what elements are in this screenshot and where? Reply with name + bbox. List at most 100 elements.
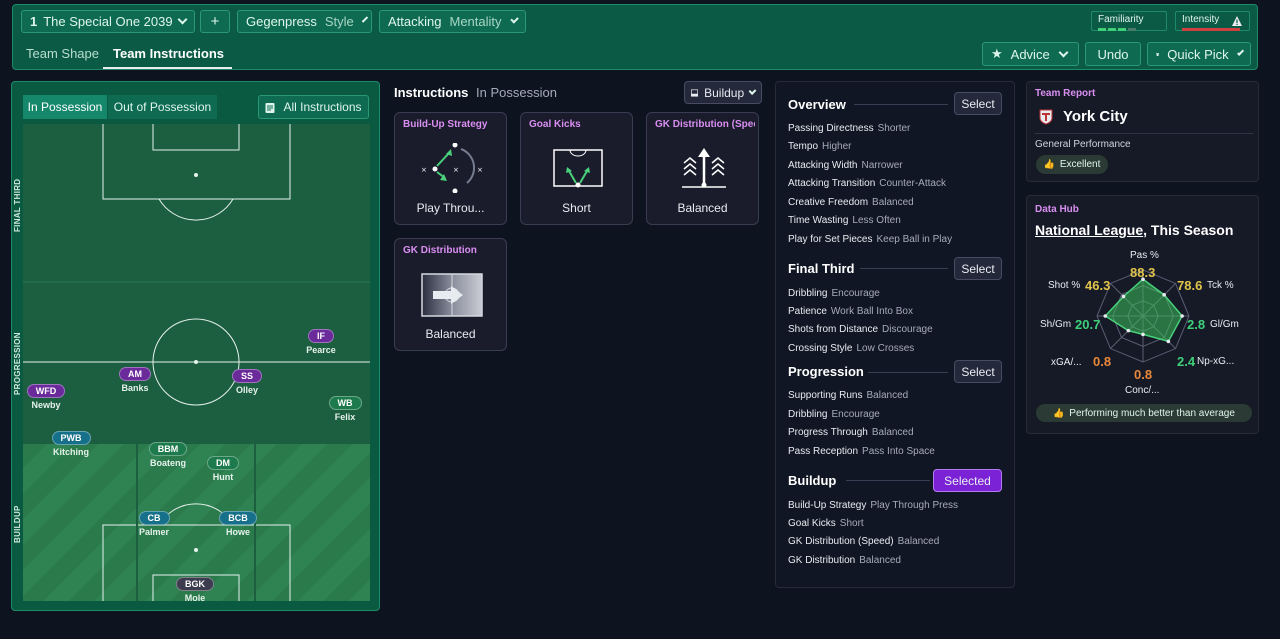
data-hub-title: National League, This Season bbox=[1035, 222, 1233, 238]
familiarity-bar bbox=[1098, 28, 1106, 31]
instruction-value: Play Through Press bbox=[870, 500, 959, 511]
tab-team-instructions[interactable]: Team Instructions bbox=[113, 46, 224, 61]
player-name: Hunt bbox=[212, 472, 234, 482]
thumbs-up-icon: 👍 bbox=[1043, 159, 1055, 169]
instructions-heading: Instructions In Possession bbox=[394, 85, 557, 100]
instruction-label: GK Distribution (Speed) bbox=[788, 536, 894, 547]
instruction-value: Counter-Attack bbox=[879, 178, 946, 189]
player-role-badge: WB bbox=[328, 396, 362, 410]
instruction-label: Play for Set Pieces bbox=[788, 234, 873, 245]
familiarity-bar bbox=[1108, 28, 1116, 31]
instruction-card[interactable]: Build-Up Strategy × × × Play Throu... bbox=[394, 112, 507, 225]
instruction-row: Crossing Style Low Crosses bbox=[788, 343, 914, 354]
familiarity-bar bbox=[1128, 28, 1136, 31]
final-third-select-button[interactable]: Select bbox=[954, 257, 1002, 280]
familiarity-label: Familiarity bbox=[1098, 14, 1144, 25]
buildup-selected-button[interactable]: Selected bbox=[933, 469, 1002, 492]
style-selector[interactable]: Gegenpress Style bbox=[237, 10, 372, 33]
radar-point bbox=[1166, 339, 1171, 344]
add-tactic-button[interactable]: + bbox=[200, 10, 230, 33]
player-role-badge: WFD bbox=[26, 384, 66, 398]
undo-button[interactable]: Undo bbox=[1085, 42, 1141, 66]
stat-label: Pas % bbox=[1130, 250, 1159, 261]
player-marker[interactable]: PWB Kitching bbox=[36, 431, 106, 457]
familiarity-bar bbox=[1118, 28, 1126, 31]
mentality-selector[interactable]: Attacking Mentality bbox=[379, 10, 526, 33]
team-report-panel[interactable]: Team Report York City General Performanc… bbox=[1026, 81, 1259, 182]
instruction-label: Build-Up Strategy bbox=[788, 500, 867, 511]
stat-value: 20.7 bbox=[1075, 317, 1101, 332]
instruction-row: Shots from Distance Discourage bbox=[788, 324, 933, 335]
player-marker[interactable]: DM Hunt bbox=[188, 456, 258, 482]
instruction-card[interactable]: Goal Kicks Short bbox=[520, 112, 633, 225]
instruction-row: Time Wasting Less Often bbox=[788, 215, 901, 226]
player-marker[interactable]: AM Banks bbox=[100, 367, 170, 393]
gk-distribution-speed-icon bbox=[682, 148, 726, 188]
divider bbox=[854, 104, 948, 105]
zone-label-final-third: FINAL THIRD bbox=[13, 178, 22, 232]
tactic-number: 1 bbox=[30, 14, 38, 29]
all-instructions-button[interactable]: All Instructions bbox=[258, 95, 369, 119]
player-marker[interactable]: SS Olley bbox=[212, 369, 282, 395]
progression-select-button[interactable]: Select bbox=[954, 360, 1002, 383]
data-hub-panel[interactable]: Data Hub National League, This Season Pa… bbox=[1026, 195, 1259, 434]
radar-point bbox=[1126, 328, 1131, 333]
player-marker[interactable]: CB Palmer bbox=[119, 511, 189, 537]
stat-label: Gl/Gm bbox=[1210, 319, 1239, 330]
pitch-field bbox=[23, 124, 370, 601]
stat-value: 0.8 bbox=[1093, 354, 1112, 369]
player-marker[interactable]: IF Pearce bbox=[286, 329, 356, 355]
instruction-card[interactable]: GK Distribution Balanced bbox=[394, 238, 507, 351]
instruction-value: Work Ball Into Box bbox=[830, 306, 913, 317]
player-marker[interactable]: WFD Newby bbox=[11, 384, 81, 410]
card-title: Goal Kicks bbox=[529, 119, 581, 130]
stat-label: Shot % bbox=[1048, 280, 1081, 291]
radar-point bbox=[1121, 294, 1126, 299]
style-label: Style bbox=[324, 14, 354, 29]
card-value: Balanced bbox=[425, 327, 476, 341]
phase-select[interactable]: Buildup bbox=[684, 81, 762, 104]
chevron-down-icon bbox=[1058, 47, 1069, 57]
intensity-indicator[interactable]: Intensity bbox=[1175, 11, 1250, 31]
player-name: Felix bbox=[334, 412, 356, 422]
chevron-down-icon bbox=[1236, 48, 1244, 56]
gk-distribution-icon bbox=[421, 273, 483, 317]
instruction-row: Dribbling Encourage bbox=[788, 288, 880, 299]
team-name: York City bbox=[1063, 108, 1128, 125]
warning-icon bbox=[1232, 16, 1242, 26]
advice-label: Advice bbox=[1010, 46, 1050, 62]
player-name: Kitching bbox=[53, 447, 89, 457]
tab-out-of-possession[interactable]: Out of Possession bbox=[108, 95, 217, 119]
instruction-row: Play for Set Pieces Keep Ball in Play bbox=[788, 234, 952, 245]
tactic-selector[interactable]: 1 The Special One 2039 bbox=[21, 10, 195, 33]
tactic-name: The Special One 2039 bbox=[43, 14, 173, 29]
instruction-value: Low Crosses bbox=[856, 343, 915, 354]
instruction-row: Goal Kicks Short bbox=[788, 518, 864, 529]
instruction-row: GK Distribution (Speed) Balanced bbox=[788, 536, 939, 547]
mentality-value: Attacking bbox=[388, 14, 442, 29]
quick-pick-button[interactable]: Quick Pick bbox=[1147, 42, 1251, 66]
instruction-value: Less Often bbox=[852, 215, 901, 226]
stat-label: Sh/Gm bbox=[1040, 319, 1072, 330]
instruction-value: Short bbox=[839, 518, 864, 529]
player-marker[interactable]: BCB Howe bbox=[203, 511, 273, 537]
player-role-badge: PWB bbox=[51, 431, 91, 445]
familiarity-indicator[interactable]: Familiarity bbox=[1091, 11, 1167, 31]
advice-button[interactable]: ★ Advice bbox=[982, 42, 1079, 66]
instructions-overview-panel: Overview Select Passing Directness Shorte… bbox=[775, 81, 1015, 588]
stat-value: 88.3 bbox=[1130, 265, 1156, 280]
player-marker[interactable]: BGK Mole bbox=[160, 577, 230, 603]
player-role-badge: BBM bbox=[148, 442, 188, 456]
player-marker[interactable]: WB Felix bbox=[310, 396, 380, 422]
player-name: Newby bbox=[31, 400, 61, 410]
overview-select-button[interactable]: Select bbox=[954, 92, 1002, 115]
instruction-value: Balanced bbox=[871, 427, 914, 438]
instruction-card[interactable]: GK Distribution (Speed Balanced bbox=[646, 112, 759, 225]
tab-in-possession[interactable]: In Possession bbox=[23, 95, 107, 119]
instruction-label: Tempo bbox=[788, 141, 819, 152]
shirt-icon bbox=[1156, 52, 1160, 56]
league-link[interactable]: National League bbox=[1035, 222, 1143, 238]
tab-team-shape[interactable]: Team Shape bbox=[26, 46, 99, 61]
player-role-badge: DM bbox=[207, 456, 239, 470]
pitch-markings bbox=[23, 124, 370, 601]
